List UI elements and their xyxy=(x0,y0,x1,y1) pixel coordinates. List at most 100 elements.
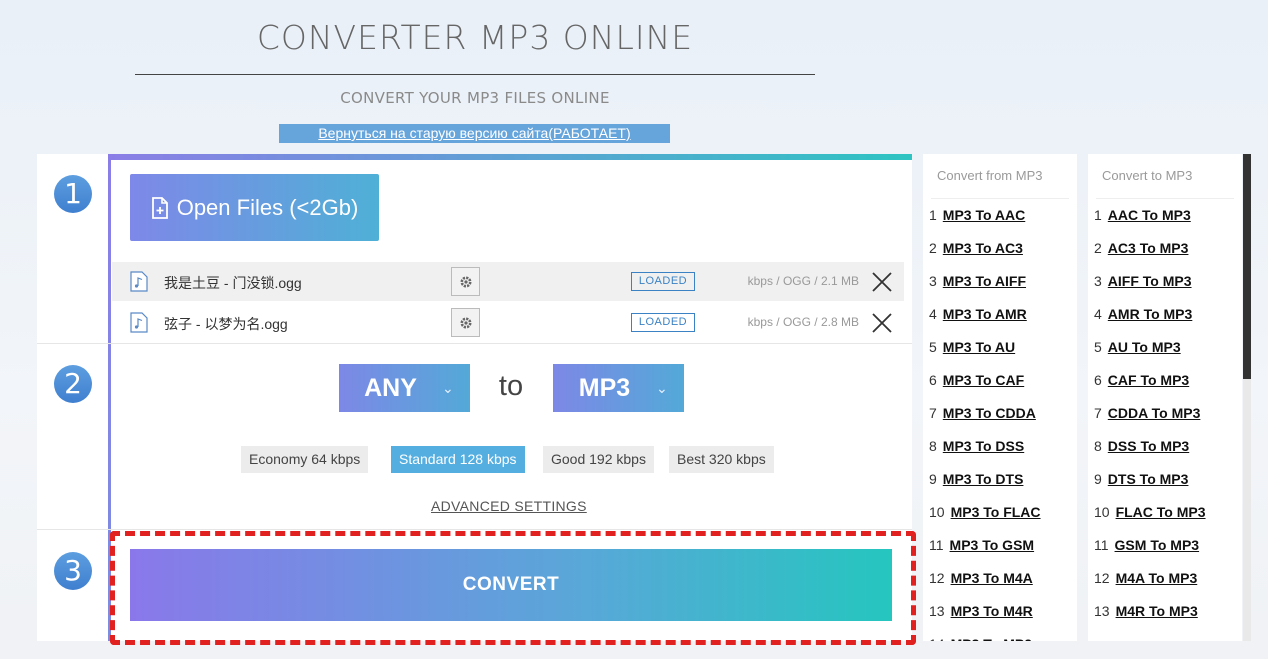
conversion-link[interactable]: M4A To MP3 xyxy=(1116,570,1198,586)
list-item-number: 2 xyxy=(929,240,937,256)
list-item: 6 CAF To MP3 xyxy=(1088,364,1242,397)
list-item-number: 4 xyxy=(929,306,937,322)
list-item: 10 MP3 To FLAC xyxy=(923,496,1077,529)
list-item-number: 13 xyxy=(929,603,945,619)
step-2-circle: 2 xyxy=(54,365,92,403)
conversion-link[interactable]: CAF To MP3 xyxy=(1108,372,1189,388)
list-item: 14 MP3 To MP2 xyxy=(923,628,1077,641)
close-icon[interactable] xyxy=(871,271,893,293)
step-divider xyxy=(37,343,912,344)
list-item: 12 MP3 To M4A xyxy=(923,562,1077,595)
old-site-link[interactable]: Вернуться на старую версию сайта(РАБОТАЕ… xyxy=(279,124,670,143)
list-item: 7 MP3 To CDDA xyxy=(923,397,1077,430)
list-item: 1 MP3 To AAC xyxy=(923,199,1077,232)
list-item: 4 AMR To MP3 xyxy=(1088,298,1242,331)
conversion-link[interactable]: M4R To MP3 xyxy=(1116,603,1198,619)
conversion-link[interactable]: AMR To MP3 xyxy=(1108,306,1193,322)
file-info: kbps / OGG / 2.8 MB xyxy=(747,315,859,329)
conversion-link[interactable]: MP3 To DTS xyxy=(943,471,1024,487)
step-1-circle: 1 xyxy=(54,175,92,213)
list-item: 13 MP3 To M4R xyxy=(923,595,1077,628)
file-name: 弦子 - 以梦为名.ogg xyxy=(164,316,288,332)
conversion-link[interactable]: CDDA To MP3 xyxy=(1108,405,1201,421)
file-settings-button[interactable] xyxy=(451,308,480,337)
quality-economy-button[interactable]: Economy 64 kbps xyxy=(241,446,369,473)
conversion-link[interactable]: AAC To MP3 xyxy=(1108,207,1191,223)
file-settings-button[interactable] xyxy=(451,267,480,296)
list-item-number: 6 xyxy=(1094,372,1102,388)
list-item-number: 4 xyxy=(1094,306,1102,322)
conversion-link[interactable]: MP3 To AAC xyxy=(943,207,1025,223)
conversion-link[interactable]: DSS To MP3 xyxy=(1108,438,1189,454)
list-item-number: 8 xyxy=(929,438,937,454)
conversion-link[interactable]: AIFF To MP3 xyxy=(1108,273,1192,289)
file-info: kbps / OGG / 2.1 MB xyxy=(747,274,859,288)
conversion-link[interactable]: AU To MP3 xyxy=(1108,339,1181,355)
conversion-link[interactable]: MP3 To DSS xyxy=(943,438,1024,454)
gear-icon xyxy=(460,276,471,287)
list-item-number: 14 xyxy=(929,636,945,641)
open-files-button[interactable]: Open Files (<2Gb) xyxy=(130,174,379,241)
list-item: 3 MP3 To AIFF xyxy=(923,265,1077,298)
convert-to-list: Convert to MP3 1 AAC To MP3 2 AC3 To MP3 3 AI… xyxy=(1088,154,1242,641)
list-item-number: 12 xyxy=(1094,570,1110,586)
list-item-number: 6 xyxy=(929,372,937,388)
list-item: 7 CDDA To MP3 xyxy=(1088,397,1242,430)
panel-top-bar xyxy=(108,154,912,160)
conversion-link[interactable]: MP3 To FLAC xyxy=(951,504,1041,520)
list-item-number: 5 xyxy=(1094,339,1102,355)
status-badge: LOADED xyxy=(631,272,695,291)
list-item-number: 10 xyxy=(1094,504,1110,520)
quality-good-button[interactable]: Good 192 kbps xyxy=(543,446,654,473)
conversion-link[interactable]: MP3 To CDDA xyxy=(943,405,1036,421)
quality-best-button[interactable]: Best 320 kbps xyxy=(669,446,774,473)
list-item-number: 11 xyxy=(1094,537,1109,553)
conversion-link[interactable]: MP3 To M4R xyxy=(951,603,1033,619)
list-item: 5 AU To MP3 xyxy=(1088,331,1242,364)
page-title: CONVERTER MP3 ONLINE xyxy=(256,18,694,57)
music-file-icon xyxy=(130,312,148,333)
list-item-number: 3 xyxy=(1094,273,1102,289)
conversion-link[interactable]: MP3 To AIFF xyxy=(943,273,1026,289)
close-icon[interactable] xyxy=(871,312,893,334)
list-item: 2 AC3 To MP3 xyxy=(1088,232,1242,265)
source-format-select[interactable]: ANY ⌄ xyxy=(339,364,470,412)
list-item: 6 MP3 To CAF xyxy=(923,364,1077,397)
list-item: 3 AIFF To MP3 xyxy=(1088,265,1242,298)
list-item: 1 AAC To MP3 xyxy=(1088,199,1242,232)
conversion-link[interactable]: MP3 To CAF xyxy=(943,372,1024,388)
conversion-link[interactable]: MP3 To GSM xyxy=(950,537,1035,553)
list-item: 11 MP3 To GSM xyxy=(923,529,1077,562)
list-item-number: 11 xyxy=(929,537,944,553)
list-item-number: 2 xyxy=(1094,240,1102,256)
list-item-number: 8 xyxy=(1094,438,1102,454)
list-item-number: 12 xyxy=(929,570,945,586)
conversion-link[interactable]: GSM To MP3 xyxy=(1115,537,1200,553)
list-item: 9 MP3 To DTS xyxy=(923,463,1077,496)
list-item: 11 GSM To MP3 xyxy=(1088,529,1242,562)
scrollbar-thumb[interactable] xyxy=(1243,154,1251,379)
list-item-number: 9 xyxy=(1094,471,1102,487)
page-subtitle: CONVERT YOUR MP3 FILES ONLINE xyxy=(340,89,610,107)
list-item: 13 M4R To MP3 xyxy=(1088,595,1242,628)
convert-to-heading: Convert to MP3 xyxy=(1102,168,1193,183)
conversion-link[interactable]: MP3 To AMR xyxy=(943,306,1027,322)
list-item: 4 MP3 To AMR xyxy=(923,298,1077,331)
status-badge: LOADED xyxy=(631,313,695,332)
list-item: 9 DTS To MP3 xyxy=(1088,463,1242,496)
advanced-settings-link[interactable]: ADVANCED SETTINGS xyxy=(431,498,587,514)
step-divider xyxy=(37,529,912,530)
list-item-number: 7 xyxy=(929,405,937,421)
conversion-link[interactable]: MP3 To MP2 xyxy=(951,636,1032,641)
conversion-link[interactable]: MP3 To M4A xyxy=(951,570,1033,586)
list-item-number: 9 xyxy=(929,471,937,487)
quality-standard-button[interactable]: Standard 128 kbps xyxy=(391,446,525,473)
list-item-number: 5 xyxy=(929,339,937,355)
conversion-link[interactable]: MP3 To AU xyxy=(943,339,1015,355)
conversion-link[interactable]: AC3 To MP3 xyxy=(1108,240,1189,256)
conversion-link[interactable]: DTS To MP3 xyxy=(1108,471,1189,487)
conversion-link[interactable]: MP3 To AC3 xyxy=(943,240,1023,256)
conversion-link[interactable]: FLAC To MP3 xyxy=(1116,504,1206,520)
target-format-select[interactable]: MP3 ⌄ xyxy=(553,364,684,412)
convert-from-heading: Convert from MP3 xyxy=(937,168,1043,183)
